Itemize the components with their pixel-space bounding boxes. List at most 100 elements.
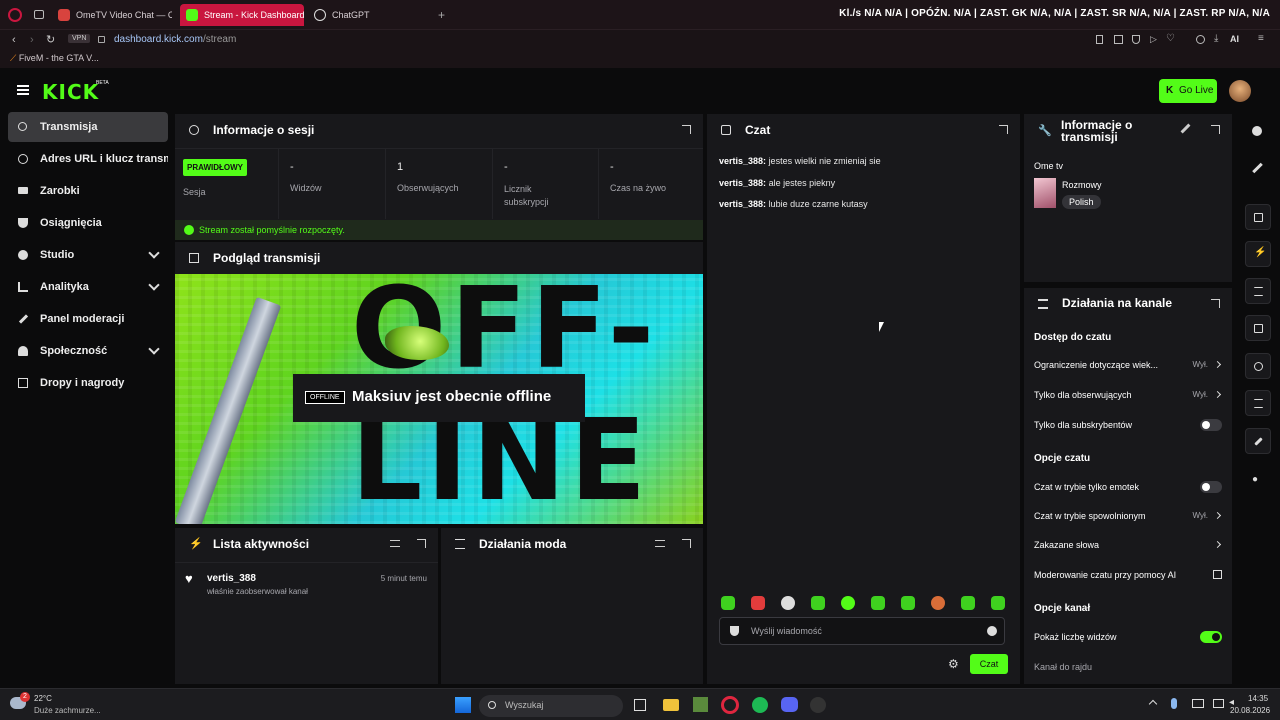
reload-icon[interactable]: ↻ [46, 33, 55, 46]
tray-monitor-icon[interactable] [1192, 699, 1204, 708]
ai-moderation-row[interactable]: Moderowanie czatu przy pomocy AI [1034, 570, 1222, 584]
popout-icon[interactable] [1211, 299, 1220, 308]
emote-only-toggle[interactable] [1200, 481, 1222, 493]
rail-channel-button[interactable] [1245, 390, 1271, 416]
followers-only-row[interactable]: Tylko dla obserwujących Wył. [1034, 390, 1222, 404]
new-tab-button[interactable]: + [438, 8, 445, 22]
kick-logo[interactable]: KICK [42, 80, 99, 104]
clock-time[interactable]: 14:35 [1248, 694, 1268, 703]
slow-mode-row[interactable]: Czat w trybie spowolnionym Wył. [1034, 511, 1222, 525]
raid-channel-row[interactable]: Kanał do rajdu [1034, 662, 1092, 672]
filter-icon[interactable] [390, 540, 400, 547]
banned-words-row[interactable]: Zakazane słowa [1034, 540, 1222, 554]
tab-kick-dashboard[interactable]: Stream - Kick Dashboard [180, 4, 304, 26]
pin-icon[interactable] [1096, 35, 1103, 44]
category-name[interactable]: Rozmowy [1062, 180, 1102, 190]
url-field[interactable]: dashboard.kick.com/stream [114, 34, 236, 45]
rail-chat-button[interactable] [1245, 315, 1271, 341]
minecraft-icon[interactable] [693, 697, 708, 712]
app-icon[interactable] [810, 697, 826, 713]
snapshot-icon[interactable] [1114, 35, 1123, 44]
tray-network-icon[interactable] [1213, 699, 1224, 708]
go-live-button[interactable]: K Go Live [1159, 79, 1217, 103]
language-tag[interactable]: Polish [1062, 195, 1101, 209]
chevron-down-icon[interactable] [148, 279, 160, 291]
profile-icon[interactable] [1196, 35, 1205, 44]
ai-button[interactable]: AI [1230, 34, 1239, 44]
chat-username[interactable]: vertis_388: [719, 156, 766, 166]
emote-icon[interactable] [961, 596, 975, 610]
popout-icon[interactable] [1211, 125, 1220, 134]
popout-icon[interactable] [999, 125, 1008, 134]
emote-icon[interactable] [781, 596, 795, 610]
play-icon[interactable]: ▷ [1150, 34, 1157, 45]
sidebar-item-adres-url[interactable]: Adres URL i klucz transmisji [8, 144, 168, 174]
popout-icon[interactable] [417, 539, 426, 548]
emote-icon[interactable] [901, 596, 915, 610]
chat-username[interactable]: vertis_388: [719, 199, 766, 209]
show-viewers-toggle[interactable] [1200, 631, 1222, 643]
emote-icon[interactable] [991, 596, 1005, 610]
chevron-down-icon[interactable] [148, 343, 160, 355]
activity-user[interactable]: vertis_388 [207, 573, 256, 584]
chat-input[interactable]: Wyślij wiadomość [719, 617, 1005, 645]
forward-icon[interactable]: › [30, 34, 34, 46]
opera-taskbar-icon[interactable] [721, 696, 739, 714]
workspaces-icon[interactable] [34, 10, 44, 19]
discord-icon[interactable] [781, 697, 798, 712]
emote-icon[interactable] [841, 596, 855, 610]
bookmark-fivem[interactable]: ⟋ FiveM - the GTA V... [10, 53, 99, 64]
sidebar-item-transmisja[interactable]: Transmisja [8, 112, 168, 142]
tray-mic-icon[interactable] [1171, 698, 1177, 709]
sidebar-item-studio[interactable]: Studio [8, 240, 168, 270]
rail-activity-button[interactable]: ⚡ [1245, 241, 1271, 267]
sidebar-item-analityka[interactable]: Analityka [8, 272, 168, 302]
emote-icon[interactable] [721, 596, 735, 610]
chevron-down-icon[interactable] [148, 247, 160, 259]
tab-ometv[interactable]: OmeTV Video Chat — C [52, 4, 172, 26]
hamburger-menu-icon[interactable] [17, 85, 29, 95]
tab-chatgpt[interactable]: ChatGPT [308, 4, 428, 26]
heart-icon[interactable]: ♡ [1166, 33, 1175, 44]
sidebar-item-zarobki[interactable]: Zarobki [8, 176, 168, 206]
opera-logo-icon[interactable] [8, 8, 22, 22]
settings-gear-icon[interactable]: ⚙ [948, 657, 959, 671]
spotify-icon[interactable] [752, 697, 768, 713]
popout-icon[interactable] [682, 125, 691, 134]
chat-send-button[interactable]: Czat [970, 654, 1008, 674]
clock-date[interactable]: 20.08.2026 [1230, 706, 1270, 715]
subs-only-toggle[interactable] [1200, 419, 1222, 431]
more-options-icon[interactable]: ● [1252, 474, 1258, 485]
task-view-icon[interactable] [634, 699, 646, 711]
user-avatar[interactable] [1229, 80, 1251, 102]
edit-pencil-icon[interactable] [1252, 162, 1263, 174]
sidebar-item-dropy[interactable]: Dropy i nagrody [8, 368, 168, 398]
edit-pencil-icon[interactable] [1180, 123, 1191, 134]
category-thumbnail[interactable] [1034, 178, 1056, 208]
shield-icon[interactable] [730, 626, 739, 636]
menu-icon[interactable]: ≡ [1258, 33, 1264, 44]
age-restriction-row[interactable]: Ograniczenie dotyczące wiek... Wył. [1034, 360, 1222, 374]
rail-session-button[interactable] [1245, 204, 1271, 230]
sidebar-item-osiagniecia[interactable]: Osiągnięcia [8, 208, 168, 238]
vpn-badge[interactable]: VPN [68, 34, 91, 43]
taskbar-search[interactable]: Wyszukaj [479, 695, 623, 717]
download-icon[interactable]: ⤓ [1214, 33, 1218, 44]
emote-icon[interactable] [871, 596, 885, 610]
rail-modlist-button[interactable] [1245, 278, 1271, 304]
emoji-icon[interactable] [987, 626, 997, 636]
emote-icon[interactable] [751, 596, 765, 610]
shield-icon[interactable] [1132, 35, 1140, 44]
chat-username[interactable]: vertis_388: [719, 178, 766, 188]
rail-broadcast-button[interactable] [1245, 353, 1271, 379]
tray-chevron-up-icon[interactable] [1148, 699, 1158, 709]
file-explorer-icon[interactable] [663, 699, 679, 711]
rail-settings-button[interactable] [1245, 428, 1271, 454]
start-windows-icon[interactable] [455, 697, 471, 713]
sidebar-item-spolecznosc[interactable]: Społeczność [8, 336, 168, 366]
popout-icon[interactable] [682, 539, 691, 548]
sidebar-item-panel-moderacji[interactable]: Panel moderacji [8, 304, 168, 334]
back-icon[interactable]: ‹ [12, 34, 16, 46]
info-icon[interactable] [1252, 126, 1262, 136]
filter-icon[interactable] [655, 540, 665, 547]
